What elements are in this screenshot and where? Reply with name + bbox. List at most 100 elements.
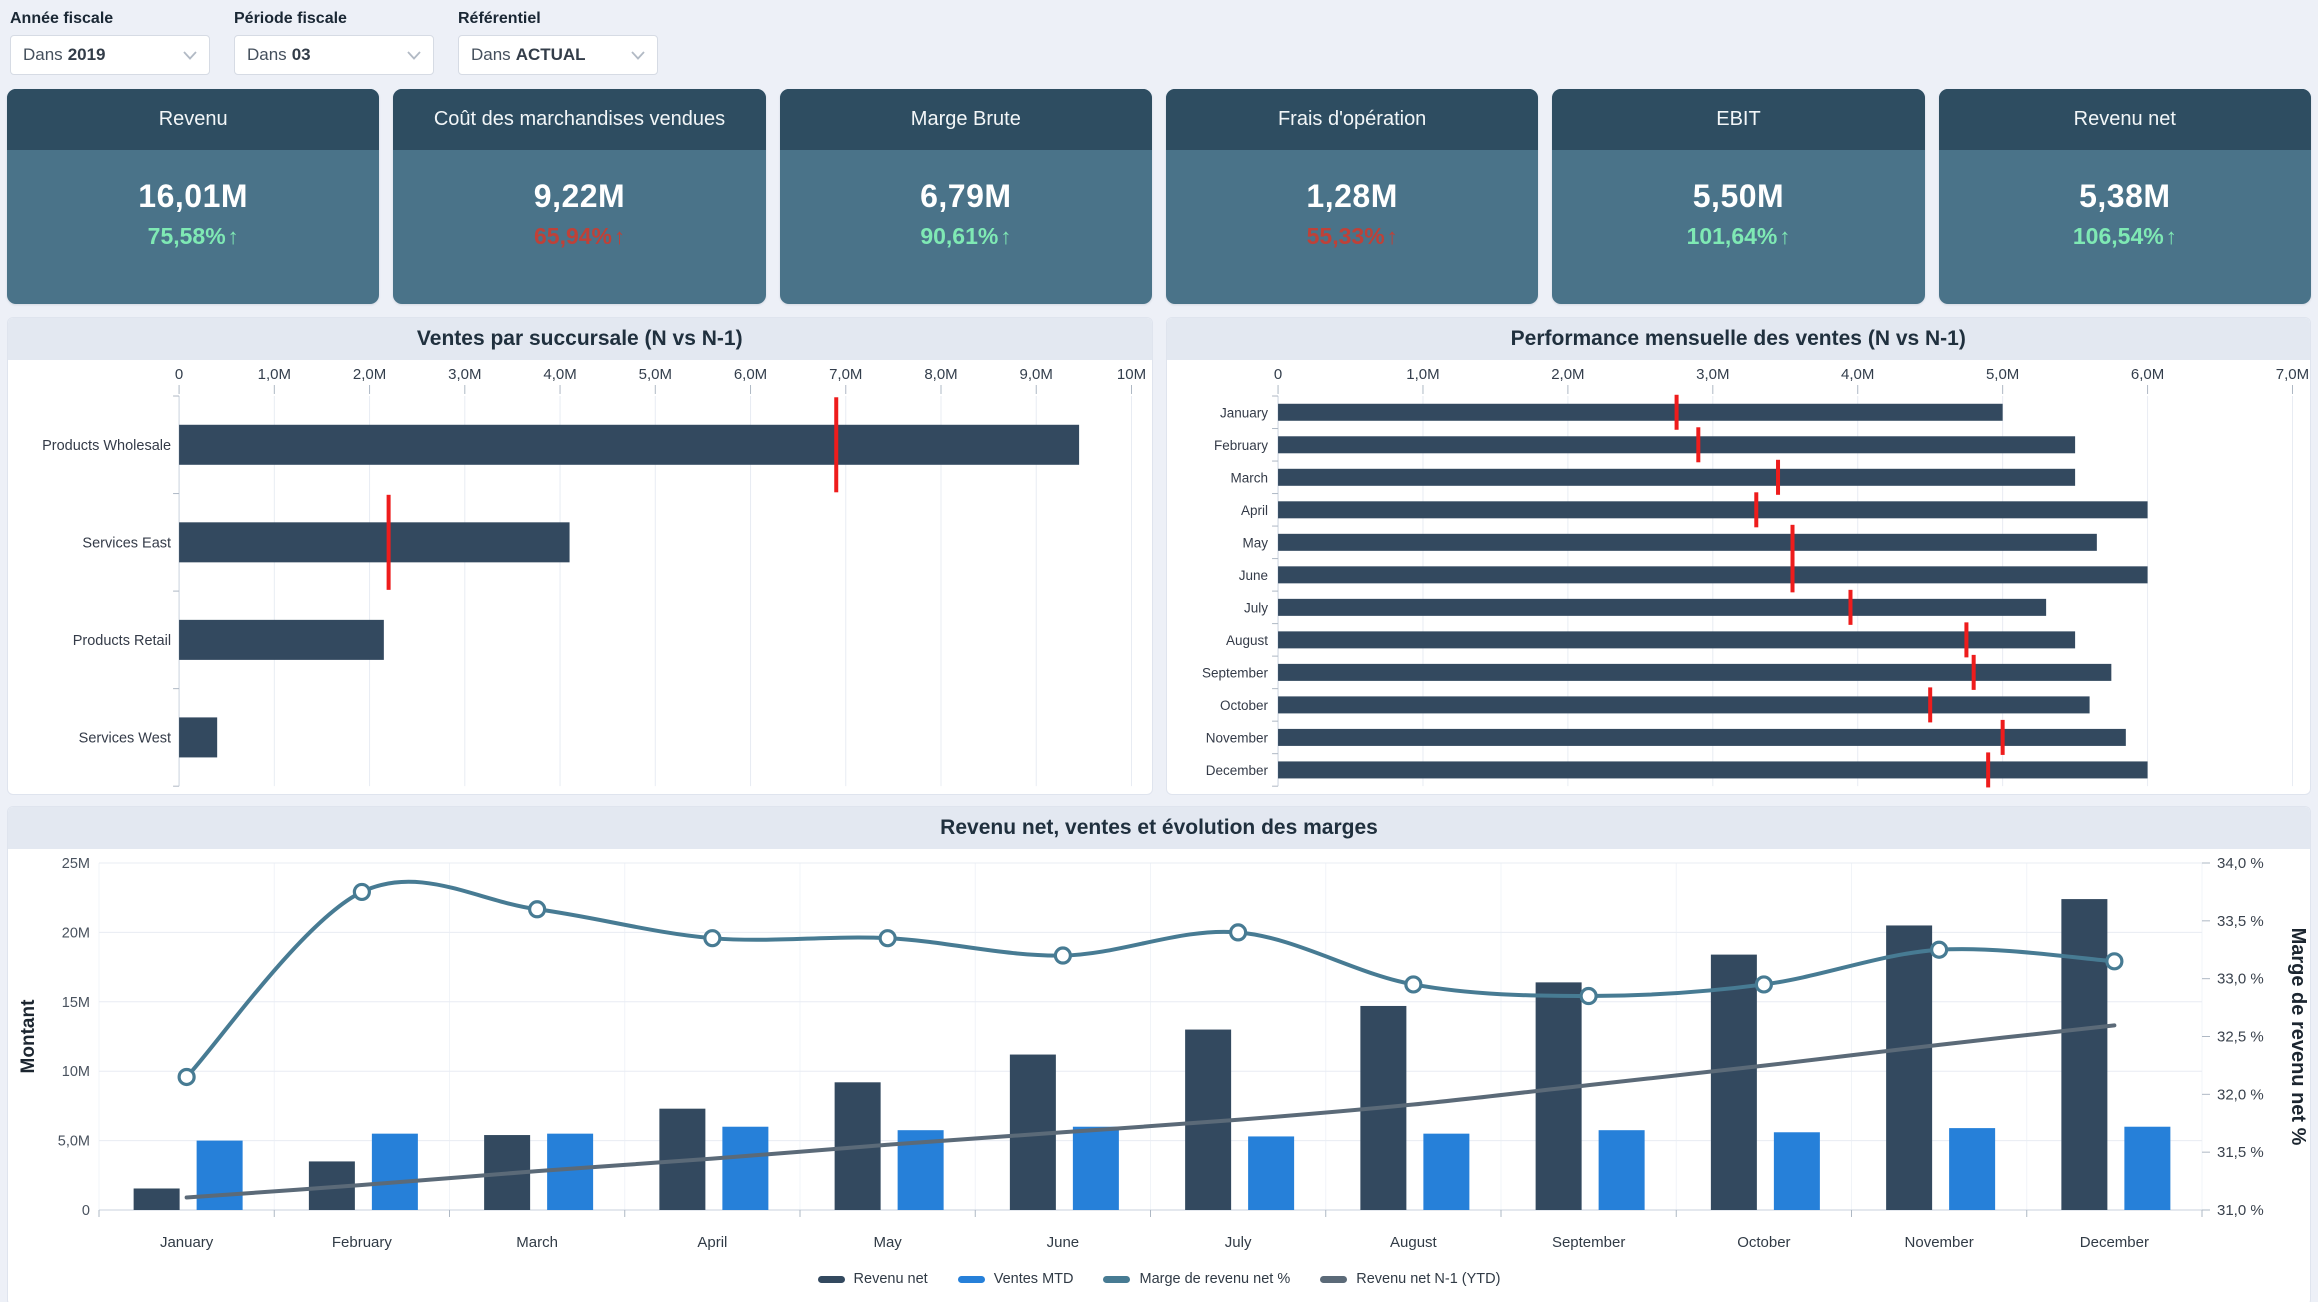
bar[interactable] (1599, 1130, 1645, 1210)
bar[interactable] (1073, 1127, 1119, 1210)
bar[interactable] (372, 1134, 418, 1210)
target-line[interactable] (1790, 557, 1794, 592)
kpi-title: Marge Brute (911, 108, 1021, 131)
bar[interactable] (1248, 1136, 1294, 1210)
target-line[interactable] (1928, 687, 1932, 722)
bar[interactable] (1278, 599, 2046, 616)
y-tick-label-right: 32,5 % (2217, 1029, 2264, 1046)
kpi-value: 5,38M (2079, 178, 2170, 215)
bar[interactable] (179, 425, 1079, 465)
bar[interactable] (1423, 1134, 1469, 1210)
bar[interactable] (1278, 696, 2090, 713)
target-line[interactable] (1790, 525, 1794, 560)
target-line[interactable] (1754, 492, 1758, 527)
bar[interactable] (1949, 1128, 1995, 1210)
line-marker[interactable] (1581, 989, 1596, 1004)
target-line[interactable] (1696, 427, 1700, 462)
category-label: Products Retail (73, 633, 171, 649)
target-line[interactable] (1986, 752, 1990, 787)
bar[interactable] (1536, 982, 1582, 1210)
x-tick-label: 4,0M (543, 366, 576, 383)
legend-chip (958, 1276, 985, 1283)
monthly-sales-chart: 01,0M2,0M3,0M4,0M5,0M6,0M7,0MJanuaryFebr… (1167, 360, 2311, 795)
bar[interactable] (1278, 534, 2097, 551)
chart-title: Ventes par succursale (N vs N-1) (8, 318, 1152, 360)
legend-label: Revenu net (854, 1271, 928, 1287)
target-line[interactable] (1964, 622, 1968, 657)
month-label: January (160, 1234, 214, 1251)
kpi-card-cogs: Coût des marchandises vendues 9,22M 65,9… (393, 89, 765, 304)
bar[interactable] (1278, 631, 2075, 648)
trend-up-icon: ↑ (1387, 224, 1398, 250)
line-marker[interactable] (705, 931, 720, 946)
month-label: June (1047, 1234, 1080, 1251)
referential-select[interactable]: Dans ACTUAL (458, 35, 658, 75)
bar[interactable] (179, 717, 217, 757)
legend-item-marge[interactable]: Marge de revenu net % (1103, 1271, 1290, 1287)
x-tick-label: 7,0M (2275, 366, 2308, 383)
target-line[interactable] (834, 397, 838, 492)
bar[interactable] (1278, 436, 2075, 453)
month-label: March (516, 1234, 558, 1251)
filter-fiscal-year: Année fiscale Dans 2019 (10, 10, 210, 75)
bar[interactable] (1278, 761, 2148, 778)
legend-item-ventes-mtd[interactable]: Ventes MTD (958, 1271, 1074, 1287)
fiscal-period-select[interactable]: Dans 03 (234, 35, 434, 75)
category-label: Products Wholesale (42, 438, 171, 454)
target-line[interactable] (387, 495, 391, 590)
line-marker[interactable] (354, 884, 369, 899)
bar[interactable] (1278, 729, 2126, 746)
target-line[interactable] (1776, 460, 1780, 495)
line-marker[interactable] (530, 902, 545, 917)
y-tick-label-left: 5,0M (58, 1134, 90, 1150)
branch-sales-chart: 01,0M2,0M3,0M4,0M5,0M6,0M7,0M8,0M9,0M10M… (8, 360, 1152, 795)
bar[interactable] (1278, 501, 2148, 518)
line-marker[interactable] (880, 931, 895, 946)
kpi-delta: 75,58% (148, 223, 226, 250)
legend-label: Marge de revenu net % (1139, 1271, 1290, 1287)
line-marker[interactable] (1756, 977, 1771, 992)
line-marker[interactable] (1231, 925, 1246, 940)
category-label: May (1242, 535, 1268, 550)
bar[interactable] (2061, 899, 2107, 1210)
select-prefix: Dans (23, 45, 63, 65)
bar[interactable] (1886, 925, 1932, 1210)
bar[interactable] (134, 1188, 180, 1210)
kpi-value: 5,50M (1693, 178, 1784, 215)
chart-legend: Revenu net Ventes MTD Marge de revenu ne… (8, 1259, 2310, 1299)
target-line[interactable] (2000, 720, 2004, 755)
bar[interactable] (1278, 664, 2111, 681)
bar[interactable] (1711, 955, 1757, 1210)
line-marker[interactable] (1055, 948, 1070, 963)
target-line[interactable] (1674, 395, 1678, 430)
target-line[interactable] (1971, 655, 1975, 690)
bar[interactable] (1278, 404, 2003, 421)
bar[interactable] (722, 1127, 768, 1210)
trend-up-icon: ↑ (228, 224, 239, 250)
month-label: October (1737, 1234, 1790, 1251)
fiscal-year-select[interactable]: Dans 2019 (10, 35, 210, 75)
target-line[interactable] (1848, 590, 1852, 625)
bar[interactable] (179, 522, 569, 562)
select-prefix: Dans (247, 45, 287, 65)
bar[interactable] (1278, 566, 2148, 583)
line-marker[interactable] (179, 1069, 194, 1084)
line-marker[interactable] (1932, 942, 1947, 957)
category-label: February (1214, 438, 1268, 453)
bar[interactable] (197, 1141, 243, 1210)
bar[interactable] (1278, 469, 2075, 486)
line-marker[interactable] (2107, 954, 2122, 969)
bar[interactable] (2124, 1127, 2170, 1210)
bar[interactable] (179, 620, 384, 660)
select-value: ACTUAL (516, 45, 631, 65)
bar[interactable] (1774, 1132, 1820, 1210)
category-label: December (1205, 763, 1268, 778)
trend-up-icon: ↑ (2166, 224, 2177, 250)
select-value: 2019 (68, 45, 183, 65)
legend-item-revenu-net[interactable]: Revenu net (818, 1271, 928, 1287)
category-label: Services West (79, 730, 171, 746)
line-marker[interactable] (1406, 977, 1421, 992)
kpi-card-revenu-net: Revenu net 5,38M 106,54%↑ (1939, 89, 2311, 304)
legend-item-revenu-n1[interactable]: Revenu net N-1 (YTD) (1320, 1271, 1500, 1287)
y-tick-label-left: 10M (62, 1064, 90, 1080)
